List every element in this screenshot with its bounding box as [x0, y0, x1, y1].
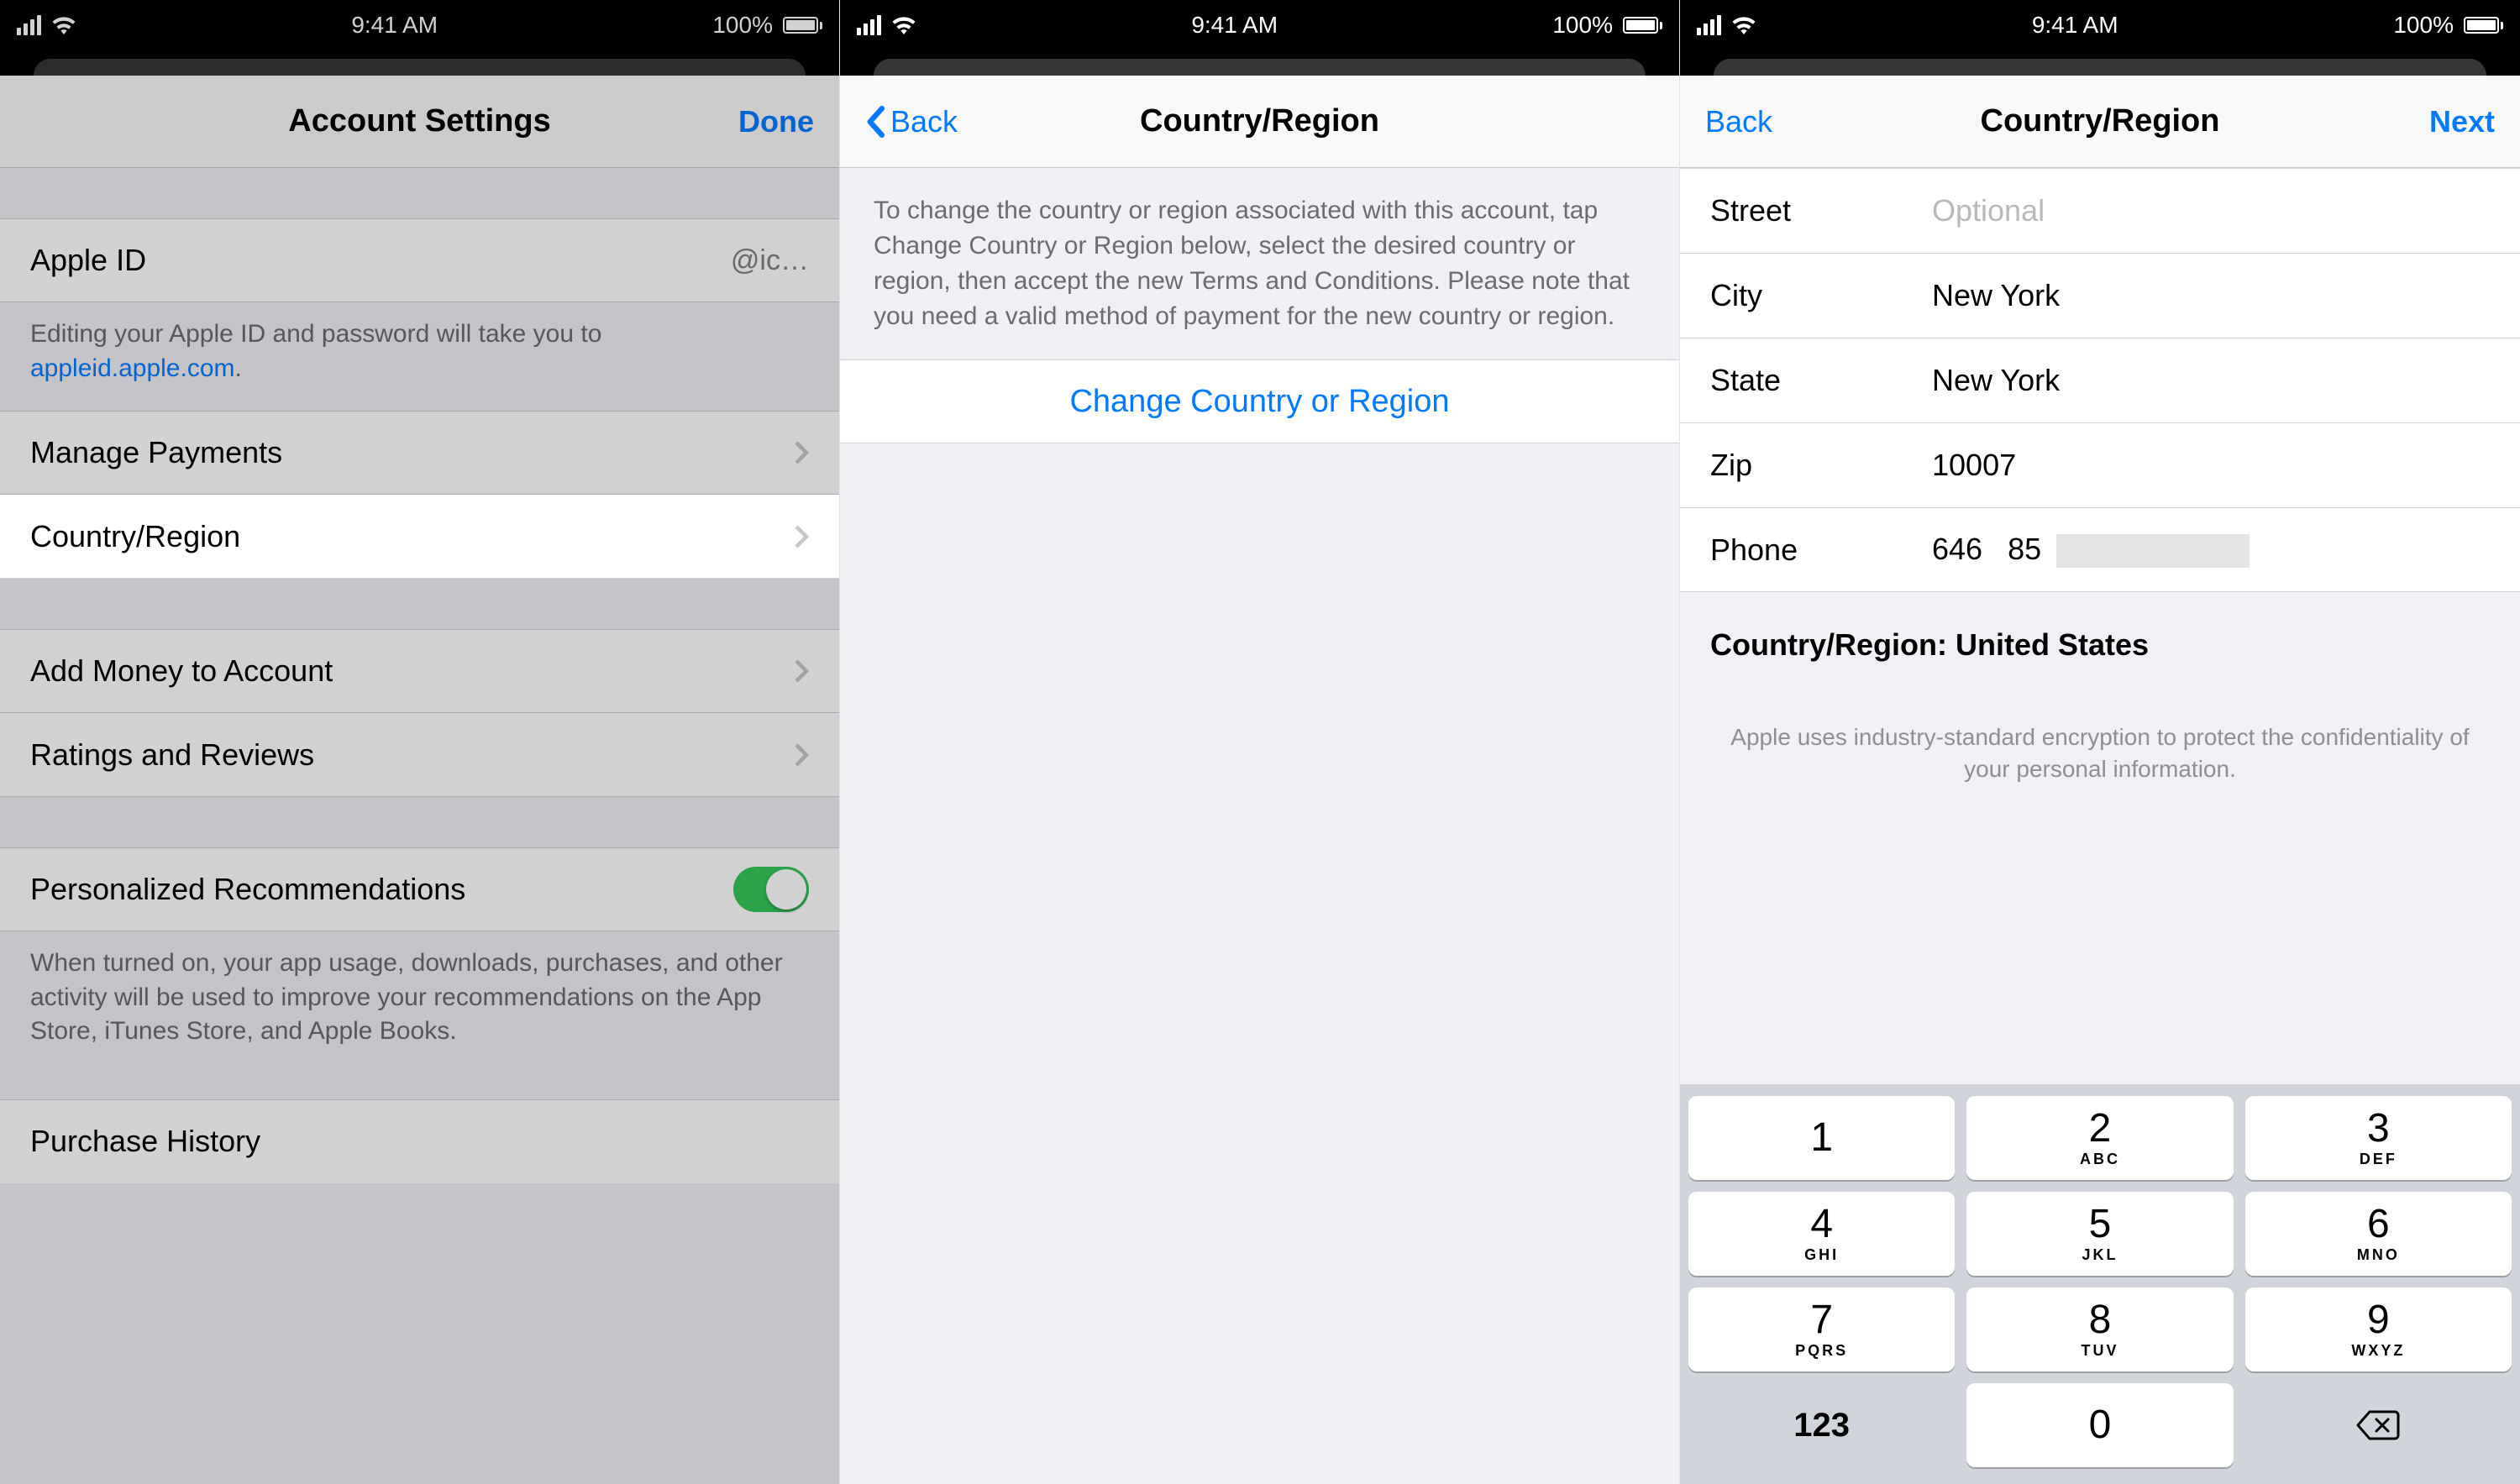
keypad-backspace-key[interactable]: [2245, 1383, 2512, 1467]
nav-bar: Account Settings Done: [0, 76, 839, 168]
personalized-toggle[interactable]: [733, 867, 809, 912]
next-button[interactable]: Next: [2429, 104, 2495, 139]
battery-icon: [2464, 17, 2503, 34]
personalized-row[interactable]: Personalized Recommendations: [0, 847, 839, 931]
status-bar: 9:41 AM 100%: [840, 0, 1679, 50]
chevron-right-icon: [794, 440, 809, 465]
chevron-right-icon: [794, 658, 809, 684]
keypad-key-5[interactable]: 5JKL: [1966, 1192, 2233, 1276]
keypad-key-6[interactable]: 6MNO: [2245, 1192, 2512, 1276]
phone-area: 646: [1932, 532, 1982, 567]
status-time: 9:41 AM: [351, 12, 438, 39]
keypad-key-9[interactable]: 9WXYZ: [2245, 1287, 2512, 1371]
state-row[interactable]: State: [1680, 338, 2520, 423]
battery-icon: [783, 17, 822, 34]
battery-percent: 100%: [1552, 12, 1613, 39]
purchase-history-row[interactable]: Purchase History: [0, 1099, 839, 1183]
state-label: State: [1680, 363, 1932, 398]
phone-row[interactable]: Phone 646 85: [1680, 508, 2520, 592]
add-money-row[interactable]: Add Money to Account: [0, 629, 839, 713]
keypad-key-0[interactable]: 0: [1966, 1383, 2233, 1467]
status-time: 9:41 AM: [1191, 12, 1278, 39]
phone-label: Phone: [1680, 532, 1932, 568]
signal-icon: [1697, 15, 1721, 35]
keypad-key-2[interactable]: 2ABC: [1966, 1096, 2233, 1180]
encryption-note: Apple uses industry-standard encryption …: [1680, 671, 2520, 785]
apple-id-label: Apple ID: [30, 243, 146, 278]
backspace-icon: [2355, 1408, 2402, 1442]
manage-payments-row[interactable]: Manage Payments: [0, 411, 839, 495]
country-region-row[interactable]: Country/Region: [0, 495, 839, 579]
done-button[interactable]: Done: [738, 104, 814, 139]
country-region-header: Country/Region: United States: [1680, 592, 2520, 671]
ratings-reviews-row[interactable]: Ratings and Reviews: [0, 713, 839, 797]
street-input[interactable]: [1932, 169, 2520, 253]
appleid-link[interactable]: appleid.apple.com: [30, 354, 235, 382]
nav-bar: Back Country/Region: [840, 76, 1679, 168]
signal-icon: [857, 15, 881, 35]
battery-icon: [1623, 17, 1662, 34]
phone-redaction: [2056, 534, 2250, 568]
back-button[interactable]: Back: [865, 104, 958, 139]
change-country-button[interactable]: Change Country or Region: [840, 359, 1679, 443]
keypad-key-8[interactable]: 8TUV: [1966, 1287, 2233, 1371]
keypad-key-123[interactable]: 123: [1688, 1383, 1955, 1467]
apple-id-row[interactable]: Apple ID @ic…: [0, 218, 839, 302]
zip-row[interactable]: Zip: [1680, 423, 2520, 508]
street-row[interactable]: Street: [1680, 168, 2520, 254]
page-title: Account Settings: [160, 103, 680, 139]
keypad-key-4[interactable]: 4GHI: [1688, 1192, 1955, 1276]
battery-percent: 100%: [2393, 12, 2454, 39]
state-input[interactable]: [1932, 338, 2520, 422]
change-country-explainer: To change the country or region associat…: [840, 168, 1679, 359]
nav-bar: Back Country/Region Next: [1680, 76, 2520, 168]
page-title: Country/Region: [1000, 103, 1520, 139]
page-title: Country/Region: [1840, 103, 2360, 139]
city-label: City: [1680, 278, 1932, 313]
keypad-key-3[interactable]: 3DEF: [2245, 1096, 2512, 1180]
street-label: Street: [1680, 193, 1932, 228]
chevron-right-icon: [794, 742, 809, 768]
keypad-key-1[interactable]: 1: [1688, 1096, 1955, 1180]
status-time: 9:41 AM: [2032, 12, 2118, 39]
wifi-icon: [891, 16, 916, 34]
signal-icon: [17, 15, 41, 35]
numeric-keypad: 12ABC3DEF 4GHI5JKL6MNO 7PQRS8TUV9WXYZ 1230: [1680, 1084, 2520, 1484]
wifi-icon: [51, 16, 76, 34]
apple-id-value: @ic…: [731, 244, 809, 277]
personalized-footnote: When turned on, your app usage, download…: [0, 931, 839, 1049]
city-input[interactable]: [1932, 254, 2520, 338]
chevron-left-icon: [865, 106, 885, 138]
keypad-key-7[interactable]: 7PQRS: [1688, 1287, 1955, 1371]
wifi-icon: [1731, 16, 1756, 34]
apple-id-footnote: Editing your Apple ID and password will …: [0, 302, 839, 385]
battery-percent: 100%: [712, 12, 773, 39]
status-bar: 9:41 AM 100%: [1680, 0, 2520, 50]
zip-label: Zip: [1680, 448, 1932, 483]
phone-partial: 85: [2008, 532, 2041, 566]
zip-input[interactable]: [1932, 423, 2520, 507]
city-row[interactable]: City: [1680, 254, 2520, 338]
chevron-right-icon: [794, 524, 809, 549]
back-button[interactable]: Back: [1705, 104, 1772, 139]
status-bar: 9:41 AM 100%: [0, 0, 839, 50]
